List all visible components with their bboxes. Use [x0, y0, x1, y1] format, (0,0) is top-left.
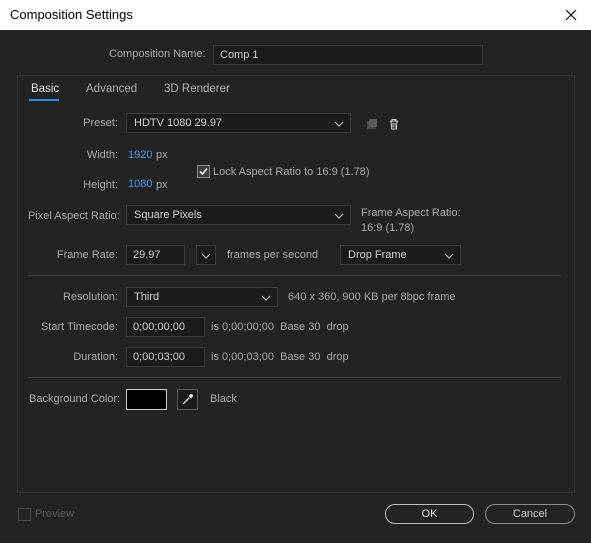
close-icon — [565, 9, 577, 21]
pixel-aspect-dropdown[interactable]: Square Pixels — [126, 205, 351, 225]
tab-advanced[interactable]: Advanced — [86, 83, 137, 95]
comp-name-input[interactable]: Comp 1 — [213, 45, 483, 65]
title-bar: Composition Settings — [0, 0, 591, 30]
chevron-down-icon — [334, 213, 344, 219]
duration-info: is 0;00;03;00 Base 30 drop — [211, 351, 349, 363]
lock-aspect-checkbox[interactable] — [197, 165, 210, 178]
delete-preset-button[interactable] — [384, 114, 404, 134]
preset-label: Preset: — [83, 117, 118, 129]
height-label: Height: — [83, 179, 118, 191]
active-tab-indicator — [29, 99, 59, 101]
window-title: Composition Settings — [10, 7, 133, 22]
tab-basic[interactable]: Basic — [31, 83, 59, 95]
width-value[interactable]: 1920 — [128, 149, 152, 161]
pixel-aspect-label: Pixel Aspect Ratio: — [28, 210, 120, 222]
preview-checkbox[interactable] — [18, 508, 31, 521]
start-timecode-input[interactable]: 0;00;00;00 — [126, 317, 205, 337]
height-value[interactable]: 1080 — [128, 178, 152, 190]
frame-rate-presets-dropdown[interactable] — [196, 245, 216, 265]
start-timecode-info: is 0;00;00;00 Base 30 drop — [211, 321, 349, 333]
tab-3d-renderer[interactable]: 3D Renderer — [164, 83, 230, 95]
chevron-down-icon — [444, 253, 454, 259]
start-timecode-label: Start Timecode: — [40, 321, 118, 333]
preview-label: Preview — [35, 508, 75, 520]
divider — [28, 275, 561, 276]
close-button[interactable] — [551, 0, 591, 30]
chevron-down-icon — [201, 253, 211, 259]
checkmark-icon — [199, 167, 208, 176]
save-preset-icon — [367, 119, 377, 129]
background-color-swatch[interactable] — [126, 389, 167, 410]
resolution-dropdown[interactable]: Third — [126, 287, 278, 307]
duration-label: Duration: — [73, 351, 118, 363]
width-unit: px — [156, 149, 168, 161]
drop-frame-dropdown[interactable]: Drop Frame — [340, 245, 461, 265]
comp-name-label: Composition Name: — [109, 48, 206, 60]
divider — [28, 377, 561, 378]
ok-button[interactable]: OK — [385, 504, 474, 524]
height-unit: px — [156, 179, 168, 191]
width-label: Width: — [86, 149, 118, 161]
resolution-info: 640 x 360, 900 KB per 8bpc frame — [288, 291, 456, 303]
eyedropper-button[interactable] — [177, 389, 198, 410]
chevron-down-icon — [261, 295, 271, 301]
frame-aspect-label: Frame Aspect Ratio: — [361, 207, 461, 219]
frame-aspect-value: 16:9 (1.78) — [361, 222, 415, 234]
preset-value: HDTV 1080 29.97 — [134, 117, 223, 129]
duration-input[interactable]: 0;00;03;00 — [126, 347, 205, 367]
frame-rate-input[interactable]: 29.97 — [126, 245, 185, 265]
resolution-label: Resolution: — [62, 291, 118, 303]
drop-frame-value: Drop Frame — [348, 249, 407, 261]
resolution-value: Third — [134, 291, 160, 303]
settings-panel — [17, 75, 575, 493]
background-color-name: Black — [210, 393, 237, 405]
trash-icon — [390, 118, 398, 130]
frame-rate-unit: frames per second — [227, 249, 319, 261]
cancel-button[interactable]: Cancel — [485, 504, 575, 524]
lock-aspect-label: Lock Aspect Ratio to 16:9 (1.78) — [213, 166, 370, 178]
background-color-label: Background Color: — [29, 393, 121, 405]
pixel-aspect-value: Square Pixels — [134, 209, 202, 221]
eyedropper-icon — [182, 393, 194, 405]
save-preset-button[interactable] — [362, 114, 382, 134]
frame-rate-label: Frame Rate: — [56, 249, 118, 261]
preset-dropdown[interactable]: HDTV 1080 29.97 — [126, 113, 351, 133]
chevron-down-icon — [334, 121, 344, 127]
dialog-body: Composition Name: Comp 1 Basic Advanced … — [0, 30, 591, 543]
